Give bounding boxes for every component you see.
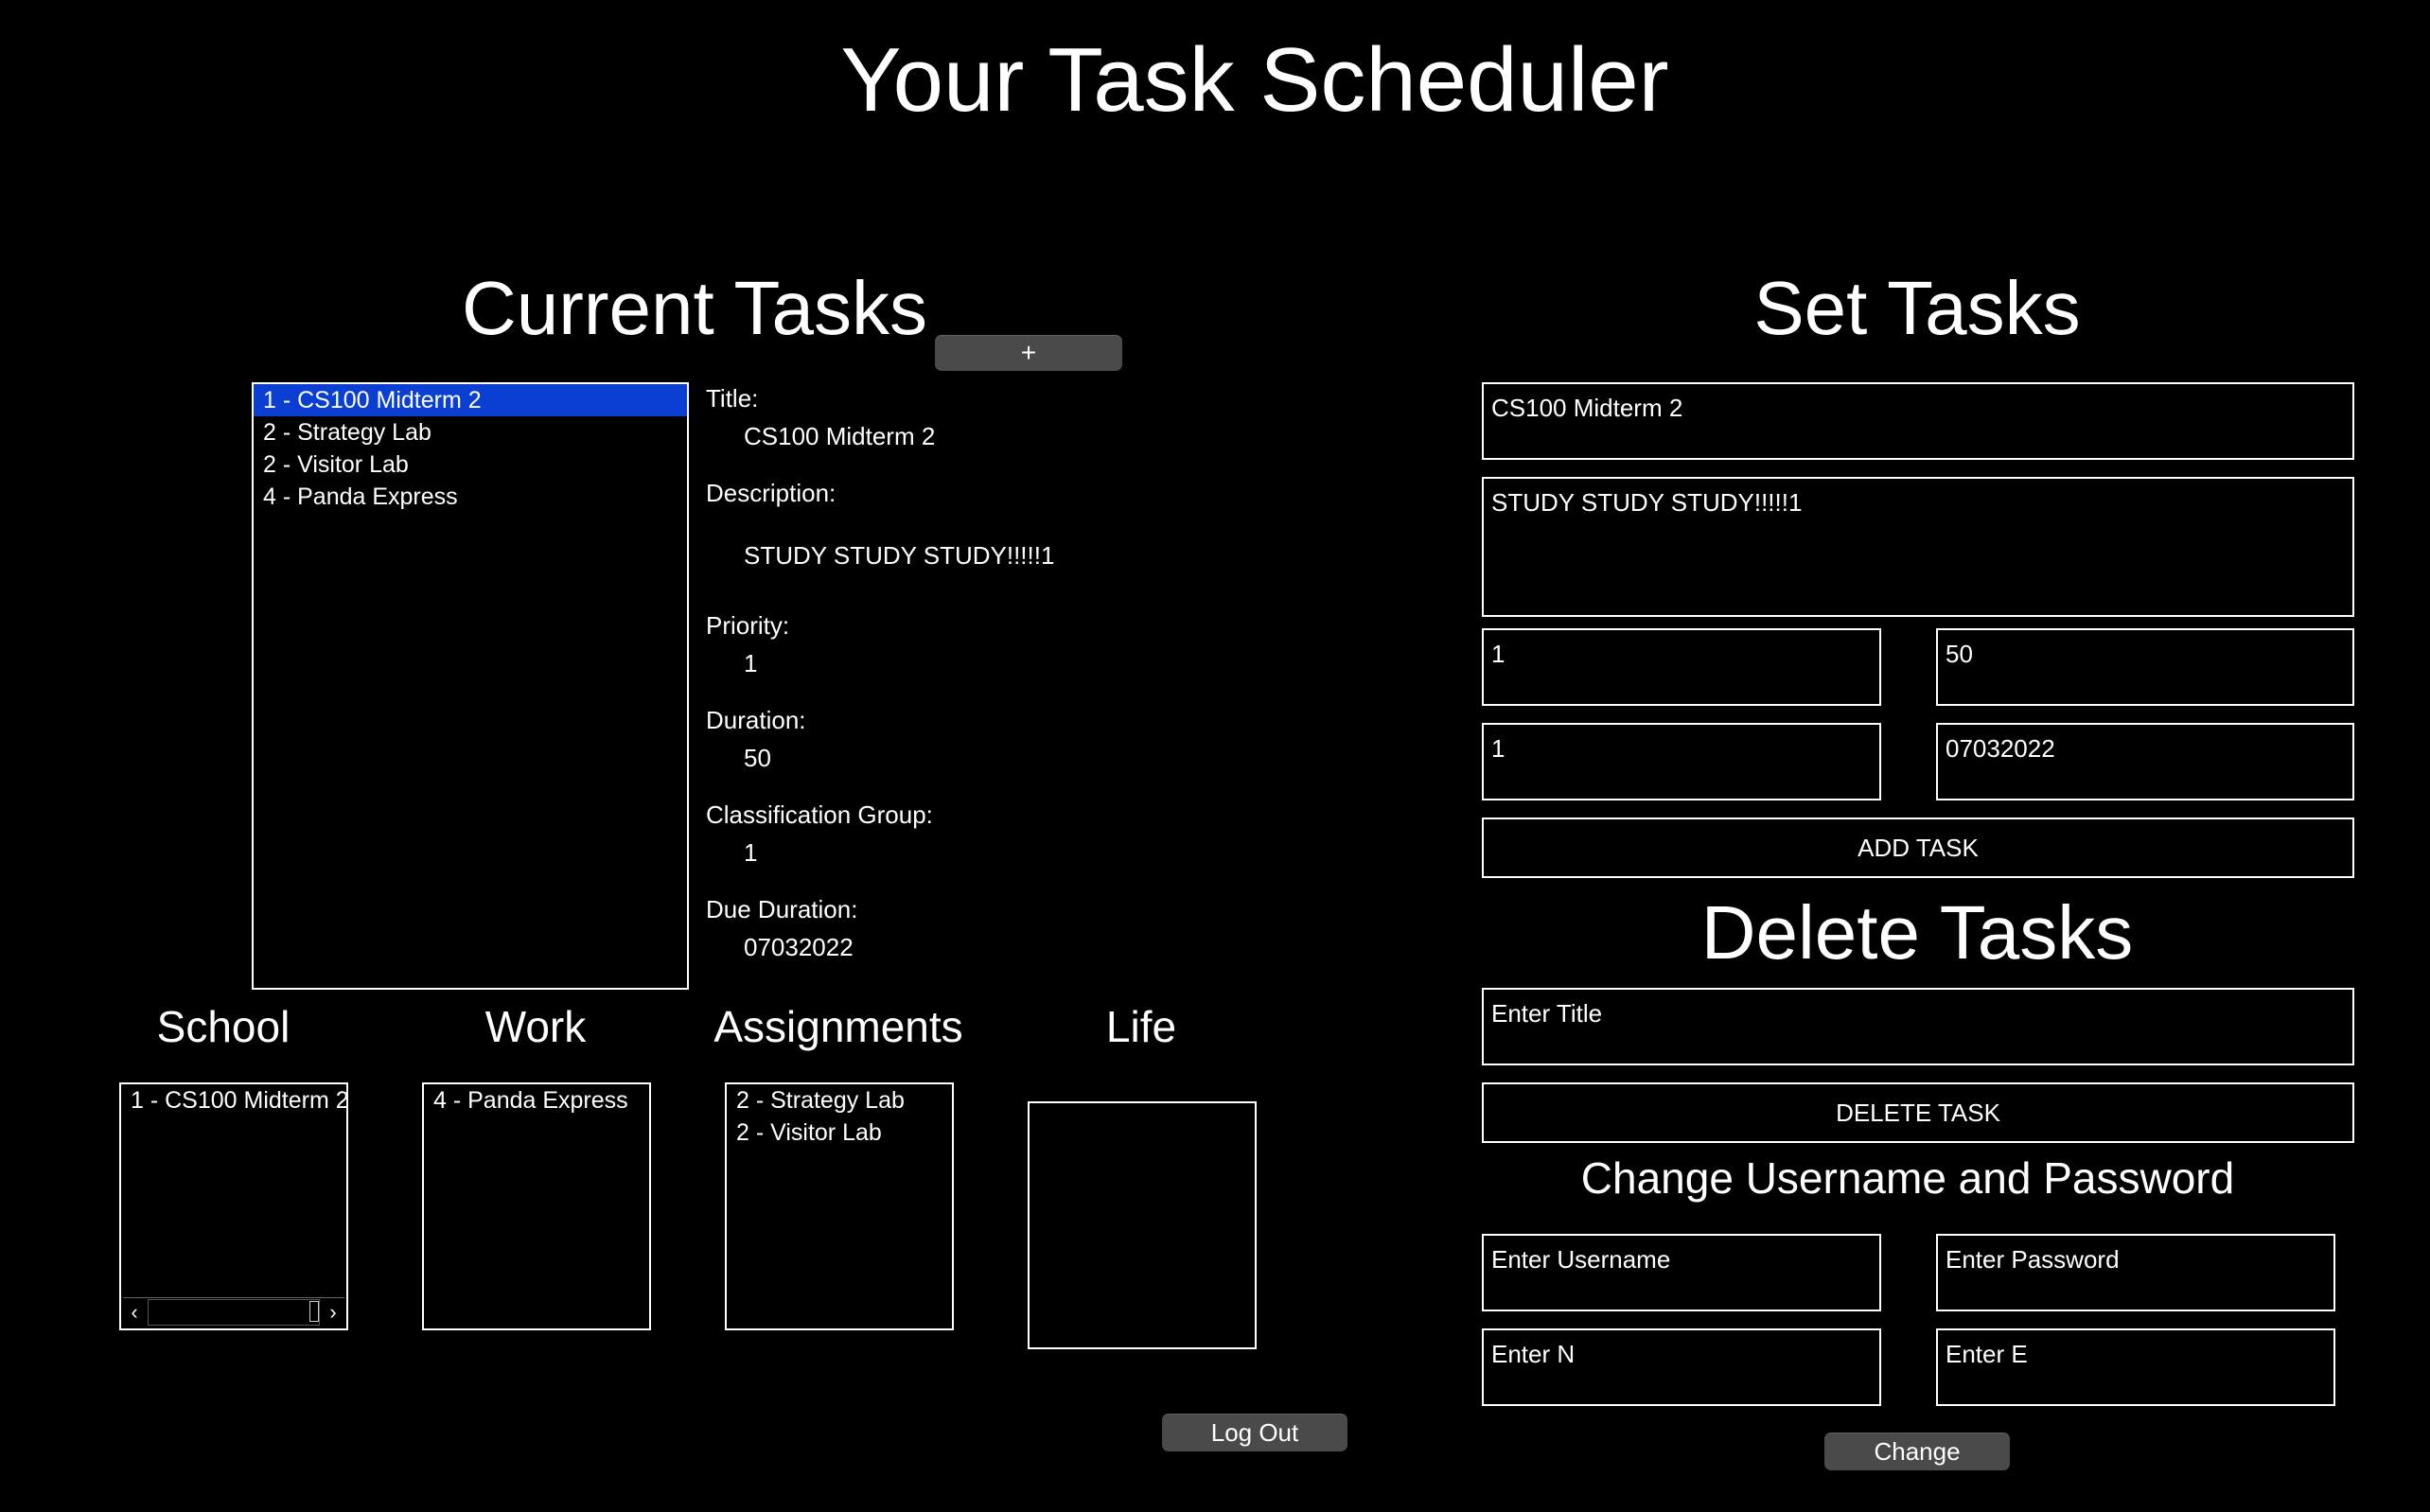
list-item[interactable]: 2 - Strategy Lab	[254, 416, 687, 448]
list-item[interactable]: 2 - Strategy Lab	[727, 1084, 952, 1116]
list-item[interactable]: 4 - Panda Express	[424, 1084, 649, 1116]
detail-description-value: STUDY STUDY STUDY!!!!!1	[744, 541, 1055, 570]
detail-due-label: Due Duration:	[706, 895, 858, 923]
detail-group-value: 1	[744, 838, 758, 867]
list-item[interactable]: 1 - CS100 Midterm 2	[254, 384, 687, 416]
e-input[interactable]: Enter E	[1936, 1328, 2335, 1406]
current-tasks-list[interactable]: 1 - CS100 Midterm 2 2 - Strategy Lab 2 -…	[252, 382, 689, 990]
password-input[interactable]: Enter Password	[1936, 1234, 2335, 1311]
task-duration-input[interactable]: 50	[1936, 628, 2354, 706]
task-title-input[interactable]: CS100 Midterm 2	[1482, 382, 2354, 460]
school-list[interactable]: 1 - CS100 Midterm 2 ‹ ›	[119, 1082, 348, 1330]
add-task-button[interactable]: ADD TASK	[1482, 818, 2354, 878]
work-list[interactable]: 4 - Panda Express	[422, 1082, 651, 1330]
detail-group-label: Classification Group:	[706, 800, 933, 829]
detail-priority-label: Priority:	[706, 611, 790, 640]
add-task-plus-button[interactable]: +	[935, 335, 1122, 371]
list-item[interactable]: 2 - Visitor Lab	[254, 448, 687, 481]
assignments-heading: Assignments	[713, 1002, 963, 1051]
detail-description-label: Description:	[706, 479, 836, 507]
scrollbar-thumb[interactable]	[309, 1301, 319, 1322]
logout-button[interactable]: Log Out	[1162, 1414, 1347, 1451]
work-heading: Work	[484, 1002, 587, 1051]
n-input[interactable]: Enter N	[1482, 1328, 1881, 1406]
detail-due-value: 07032022	[744, 933, 854, 961]
list-item[interactable]: 1 - CS100 Midterm 2	[121, 1084, 346, 1116]
set-tasks-heading: Set Tasks	[1753, 266, 2081, 350]
list-item[interactable]: 2 - Visitor Lab	[727, 1116, 952, 1149]
life-heading: Life	[1105, 1002, 1177, 1051]
username-input[interactable]: Enter Username	[1482, 1234, 1881, 1311]
delete-task-button[interactable]: DELETE TASK	[1482, 1082, 2354, 1143]
change-button[interactable]: Change	[1824, 1433, 2010, 1470]
list-item[interactable]: 4 - Panda Express	[254, 481, 687, 513]
change-credentials-heading: Change Username and Password	[1580, 1153, 2235, 1203]
chevron-right-icon[interactable]: ›	[322, 1299, 344, 1326]
detail-title-label: Title:	[706, 384, 759, 413]
horizontal-scrollbar[interactable]: ‹ ›	[123, 1297, 344, 1327]
detail-duration-label: Duration:	[706, 706, 806, 734]
detail-priority-value: 1	[744, 649, 758, 677]
detail-title-value: CS100 Midterm 2	[744, 422, 936, 450]
chevron-left-icon[interactable]: ‹	[123, 1299, 146, 1326]
task-due-input[interactable]: 07032022	[1936, 723, 2354, 800]
assignments-list[interactable]: 2 - Strategy Lab 2 - Visitor Lab	[725, 1082, 954, 1330]
scrollbar-track[interactable]	[148, 1299, 320, 1326]
life-list[interactable]	[1028, 1101, 1257, 1349]
task-group-input[interactable]: 1	[1482, 723, 1881, 800]
detail-duration-value: 50	[744, 744, 771, 772]
task-description-input[interactable]: STUDY STUDY STUDY!!!!!1	[1482, 477, 2354, 617]
delete-tasks-heading: Delete Tasks	[1700, 890, 2134, 975]
app-title: Your Task Scheduler	[840, 29, 1669, 131]
delete-title-input[interactable]: Enter Title	[1482, 988, 2354, 1065]
task-priority-input[interactable]: 1	[1482, 628, 1881, 706]
school-heading: School	[156, 1002, 291, 1051]
current-tasks-heading: Current Tasks	[462, 266, 928, 350]
